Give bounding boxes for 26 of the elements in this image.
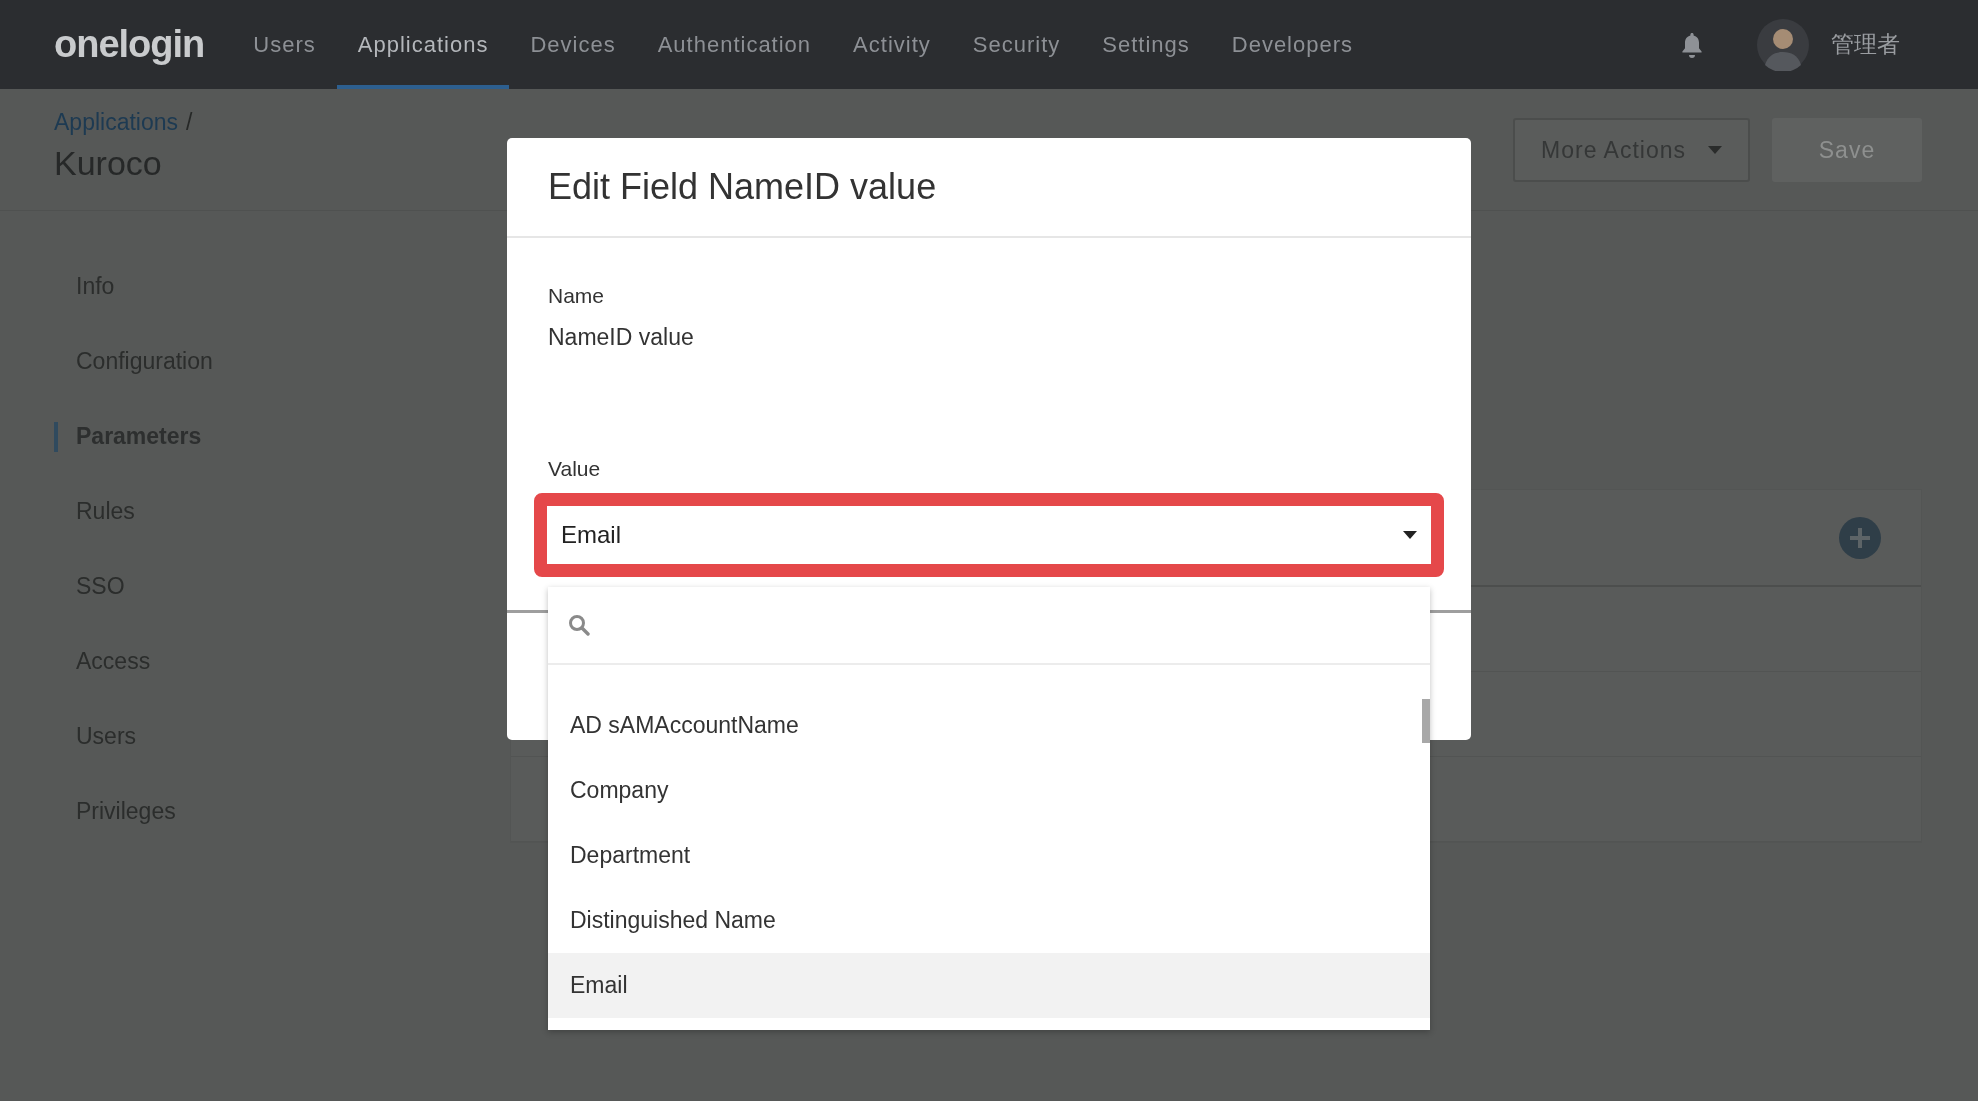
field-label: Name — [548, 284, 606, 308]
bell-icon[interactable] — [1681, 31, 1703, 58]
field-label: Value — [547, 457, 602, 481]
avatar[interactable] — [1757, 18, 1809, 71]
nav-tab[interactable]: Users — [232, 0, 337, 89]
nav-tab[interactable]: Devices — [509, 0, 637, 89]
nav-tab[interactable]: Developers — [1210, 0, 1375, 89]
user-name[interactable]: 管理者 — [1831, 29, 1900, 60]
dropdown-option[interactable]: Distinguished Name — [548, 888, 1430, 953]
caret-icon — [1708, 146, 1722, 154]
nav-tab[interactable]: Authentication — [636, 0, 833, 89]
dropdown-option[interactable]: Company — [548, 758, 1430, 823]
nav-tab[interactable]: Security — [951, 0, 1082, 89]
search-icon — [568, 614, 590, 636]
nav-tab[interactable]: Settings — [1081, 0, 1211, 89]
nav-tab[interactable]: Activity — [832, 0, 952, 89]
logo[interactable]: onelogin — [54, 23, 205, 66]
field-value: NameID value — [548, 324, 695, 351]
scrollbar-thumb[interactable] — [1422, 699, 1430, 743]
dialog-title: Edit Field NameID value — [548, 166, 937, 208]
add-icon[interactable] — [1839, 516, 1881, 559]
nav-tab[interactable]: Applications — [336, 0, 510, 89]
breadcrumb-separator: / — [186, 109, 193, 136]
caret-icon — [1403, 531, 1417, 539]
dropdown-option[interactable]: Email — [548, 953, 1430, 1018]
dropdown-option[interactable]: Department — [548, 823, 1430, 888]
